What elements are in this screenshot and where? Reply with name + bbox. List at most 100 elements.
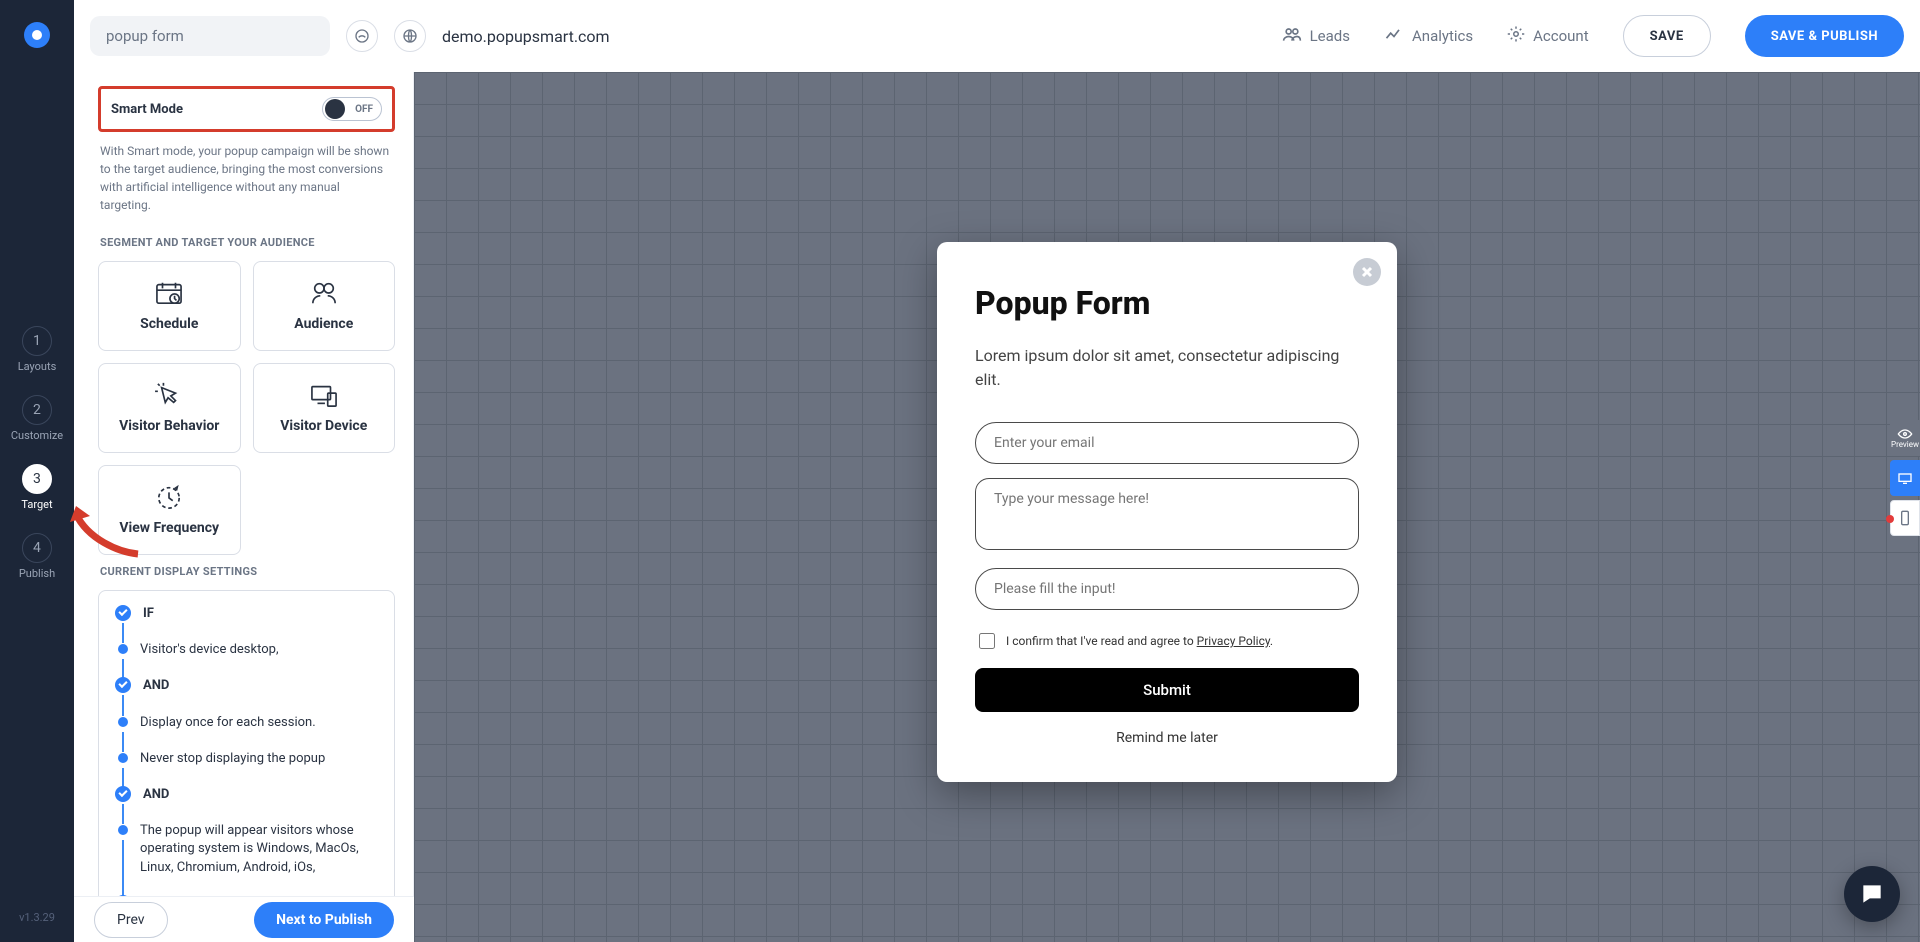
popup-title: Popup Form bbox=[975, 284, 1359, 322]
rule-text: Visitor's device desktop, bbox=[140, 641, 279, 659]
annotation-arrow-icon bbox=[68, 504, 146, 564]
rule-text: AND bbox=[143, 786, 169, 804]
step-number: 2 bbox=[22, 395, 52, 425]
popup-close-button[interactable] bbox=[1353, 258, 1381, 286]
step-number: 3 bbox=[22, 464, 52, 494]
popup-preview: Popup Form Lorem ipsum dolor sit amet, c… bbox=[937, 242, 1397, 782]
rule-bullet-icon bbox=[118, 825, 128, 835]
notification-dot-icon bbox=[1886, 515, 1894, 523]
campaign-name-input[interactable]: popup form bbox=[90, 16, 330, 56]
domain-text: demo.popupsmart.com bbox=[442, 27, 610, 46]
smart-mode-toggle[interactable]: OFF bbox=[322, 97, 382, 121]
eye-icon bbox=[1897, 428, 1913, 440]
frequency-icon bbox=[154, 484, 184, 510]
topbar: popup form demo.popupsmart.com Leads Ana… bbox=[74, 0, 1920, 72]
calendar-icon bbox=[154, 280, 184, 306]
rule-row: Visitor's device desktop, bbox=[115, 641, 378, 677]
leads-link[interactable]: Leads bbox=[1282, 26, 1350, 46]
close-icon bbox=[1361, 266, 1373, 278]
rule-bullet-icon bbox=[118, 644, 128, 654]
popup-consent[interactable]: I confirm that I've read and agree to Pr… bbox=[975, 630, 1359, 652]
leads-label: Leads bbox=[1310, 27, 1350, 45]
rule-bullet-icon bbox=[115, 605, 131, 621]
rule-row: IF bbox=[115, 605, 378, 641]
consent-text: I confirm that I've read and agree to Pr… bbox=[1006, 634, 1273, 648]
popup-submit-button[interactable]: Submit bbox=[975, 668, 1359, 712]
desktop-icon bbox=[1897, 472, 1913, 484]
step-publish[interactable]: 4 Publish bbox=[19, 533, 55, 580]
smart-mode-description: With Smart mode, your popup campaign wil… bbox=[100, 142, 393, 214]
rule-row: AND bbox=[115, 786, 378, 822]
rule-row: AND bbox=[115, 677, 378, 713]
rule-bullet-icon bbox=[118, 717, 128, 727]
globe-icon[interactable] bbox=[394, 20, 426, 52]
version-text: v1.3.29 bbox=[19, 911, 55, 924]
gear-icon bbox=[1507, 25, 1525, 47]
brand-icon[interactable] bbox=[346, 20, 378, 52]
step-layouts[interactable]: 1 Layouts bbox=[18, 326, 57, 373]
rule-row: Display once for each session. bbox=[115, 714, 378, 750]
gutter-mobile[interactable] bbox=[1890, 500, 1920, 536]
step-number: 1 bbox=[22, 326, 52, 356]
popup-remind-later[interactable]: Remind me later bbox=[975, 730, 1359, 746]
rule-row: The popup will appear visitors whose ope… bbox=[115, 822, 378, 895]
rule-bullet-icon bbox=[115, 677, 131, 693]
account-link[interactable]: Account bbox=[1507, 25, 1589, 47]
rule-bullet-icon bbox=[115, 786, 131, 802]
display-rules: IF Visitor's device desktop, AND Display… bbox=[98, 590, 395, 896]
topbar-right: Leads Analytics Account SAVE SAVE & PUBL… bbox=[1282, 15, 1904, 57]
gutter-label: Preview bbox=[1891, 440, 1919, 449]
rule-row: Never stop displaying the popup bbox=[115, 750, 378, 786]
tile-audience[interactable]: Audience bbox=[253, 261, 396, 351]
mobile-icon bbox=[1899, 510, 1911, 526]
step-label: Target bbox=[21, 498, 52, 511]
cursor-icon bbox=[154, 382, 184, 408]
panel-bottombar: Prev Next to Publish bbox=[74, 896, 414, 942]
popup-email-input[interactable] bbox=[975, 422, 1359, 464]
next-button[interactable]: Next to Publish bbox=[254, 902, 394, 938]
segment-section-title: SEGMENT AND TARGET YOUR AUDIENCE bbox=[100, 236, 393, 249]
gutter-preview[interactable]: Preview bbox=[1890, 420, 1920, 456]
popup-extra-input[interactable] bbox=[975, 568, 1359, 610]
rule-text: Display once for each session. bbox=[140, 714, 316, 732]
step-label: Publish bbox=[19, 567, 55, 580]
chat-icon bbox=[1859, 881, 1885, 907]
tile-schedule[interactable]: Schedule bbox=[98, 261, 241, 351]
tile-label: Schedule bbox=[140, 316, 198, 332]
popup-message-input[interactable] bbox=[975, 478, 1359, 550]
rule-text: The popup will appear visitors whose ope… bbox=[140, 822, 378, 877]
step-customize[interactable]: 2 Customize bbox=[11, 395, 63, 442]
analytics-link[interactable]: Analytics bbox=[1384, 26, 1473, 46]
rule-text: IF bbox=[143, 605, 154, 623]
chat-launcher[interactable] bbox=[1844, 866, 1900, 922]
preview-gutter: Preview bbox=[1890, 420, 1920, 536]
toggle-state: OFF bbox=[355, 104, 373, 115]
step-label: Layouts bbox=[18, 360, 57, 373]
popup-subtitle: Lorem ipsum dolor sit amet, consectetur … bbox=[975, 344, 1359, 392]
step-label: Customize bbox=[11, 429, 63, 442]
analytics-label: Analytics bbox=[1412, 27, 1473, 45]
step-target[interactable]: 3 Target bbox=[21, 464, 52, 511]
tile-label: Audience bbox=[294, 316, 353, 332]
tile-label: Visitor Behavior bbox=[119, 418, 219, 434]
devices-icon bbox=[309, 382, 339, 408]
save-button[interactable]: SAVE bbox=[1623, 15, 1711, 57]
rule-bullet-icon bbox=[118, 753, 128, 763]
users-icon bbox=[1282, 26, 1302, 46]
tile-visitor-device[interactable]: Visitor Device bbox=[253, 363, 396, 453]
tile-visitor-behavior[interactable]: Visitor Behavior bbox=[98, 363, 241, 453]
left-rail: 1 Layouts 2 Customize 3 Target 4 Publish… bbox=[0, 0, 74, 942]
prev-button[interactable]: Prev bbox=[94, 902, 168, 938]
audience-icon bbox=[309, 280, 339, 306]
app-logo[interactable] bbox=[24, 22, 50, 48]
display-section-title: CURRENT DISPLAY SETTINGS bbox=[100, 565, 393, 578]
preview-canvas: Popup Form Lorem ipsum dolor sit amet, c… bbox=[414, 72, 1920, 942]
analytics-icon bbox=[1384, 26, 1404, 46]
gutter-desktop[interactable] bbox=[1890, 460, 1920, 496]
wizard-steps: 1 Layouts 2 Customize 3 Target 4 Publish bbox=[11, 326, 63, 580]
rule-text: AND bbox=[143, 677, 169, 695]
privacy-link[interactable]: Privacy Policy bbox=[1197, 634, 1270, 648]
save-publish-button[interactable]: SAVE & PUBLISH bbox=[1745, 15, 1904, 57]
smart-mode-row: Smart Mode OFF bbox=[98, 86, 395, 132]
consent-checkbox[interactable] bbox=[979, 633, 995, 649]
